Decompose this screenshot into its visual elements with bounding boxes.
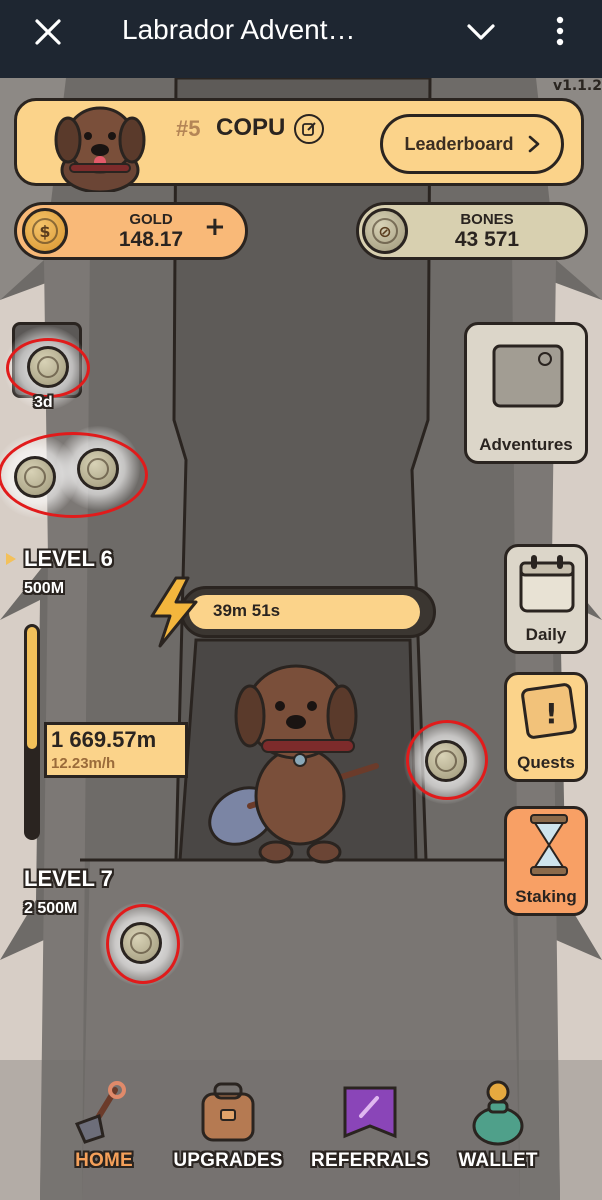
quests-button[interactable]: ! Quests xyxy=(504,672,588,782)
level-7-label: LEVEL 7 xyxy=(24,866,113,891)
leaderboard-button[interactable]: Leaderboard xyxy=(380,114,564,174)
dig-rate: 12.23m/h xyxy=(51,755,116,772)
bones-label: BONES xyxy=(460,210,514,228)
gold-label: GOLD xyxy=(129,210,173,228)
dog-avatar[interactable] xyxy=(46,100,154,192)
quests-label: Quests xyxy=(517,753,575,772)
chevron-right-icon xyxy=(528,135,539,153)
level-7-depth: 2 500M xyxy=(24,900,78,917)
leaderboard-label: Leaderboard xyxy=(404,133,514,154)
staking-label: Staking xyxy=(515,887,577,906)
nav-referrals-label: REFERRALS xyxy=(311,1150,429,1171)
highlight-ring xyxy=(0,432,148,518)
player-name: COPU xyxy=(216,114,286,141)
depth-progress-fill xyxy=(27,627,37,749)
money-bag-icon xyxy=(472,1080,524,1146)
current-depth: 1 669.57m xyxy=(51,727,157,752)
nav-home[interactable]: HOME xyxy=(34,1080,174,1172)
level-6-depth: 500M xyxy=(24,580,65,597)
app-header: Labrador Advent… xyxy=(0,0,602,78)
scroll-icon: ! xyxy=(521,683,577,739)
daily-label: Daily xyxy=(525,625,567,644)
window-title: Labrador Advent… xyxy=(122,14,356,45)
nav-referrals[interactable]: REFERRALS xyxy=(300,1080,440,1172)
current-level-marker-icon xyxy=(6,553,16,565)
staking-button[interactable]: Staking xyxy=(504,806,588,916)
chevron-down-icon[interactable] xyxy=(466,22,496,42)
lightning-icon xyxy=(150,576,198,648)
adventures-label: Adventures xyxy=(479,435,573,454)
edit-icon xyxy=(302,122,316,136)
energy-timer: 39m 51s xyxy=(213,601,281,620)
purple-banner-icon xyxy=(343,1086,397,1139)
gold-value: 148.17 xyxy=(118,227,184,251)
backpack-icon xyxy=(201,1082,255,1142)
nav-wallet[interactable]: WALLET xyxy=(428,1080,568,1172)
version-label: v1.1.2 xyxy=(553,78,602,94)
player-rank: #5 xyxy=(176,116,201,141)
bone-coin-icon: ⊘ xyxy=(362,208,408,254)
map-icon xyxy=(492,344,564,408)
bones-value: 43 571 xyxy=(454,227,520,251)
nav-home-label: HOME xyxy=(75,1150,133,1171)
gold-coin-icon: $ xyxy=(22,208,68,254)
close-icon[interactable] xyxy=(34,18,62,46)
edit-name-button[interactable] xyxy=(294,114,324,144)
energy-bar: 39m 51s xyxy=(180,586,436,638)
nav-upgrades[interactable]: UPGRADES xyxy=(158,1080,298,1172)
nav-upgrades-label: UPGRADES xyxy=(173,1150,283,1171)
highlight-ring xyxy=(406,720,488,800)
calendar-icon xyxy=(519,555,575,613)
highlight-ring xyxy=(106,904,180,984)
daily-button[interactable]: Daily xyxy=(504,544,588,654)
digging-dog[interactable] xyxy=(200,656,390,866)
highlight-ring xyxy=(6,338,90,398)
svg-text:!: ! xyxy=(545,697,558,730)
adventures-button[interactable]: Adventures xyxy=(464,322,588,464)
depth-progress-track xyxy=(24,624,40,840)
depth-readout: 1 669.57m 12.23m/h xyxy=(44,722,188,778)
nav-wallet-label: WALLET xyxy=(458,1150,538,1171)
level-6-label: LEVEL 6 xyxy=(24,546,113,571)
hourglass-icon xyxy=(530,814,568,876)
add-gold-button[interactable]: + xyxy=(204,212,226,242)
more-vertical-icon[interactable] xyxy=(552,14,568,48)
shovel-icon xyxy=(74,1081,126,1144)
bonus-timer-label: 3d xyxy=(34,394,53,411)
